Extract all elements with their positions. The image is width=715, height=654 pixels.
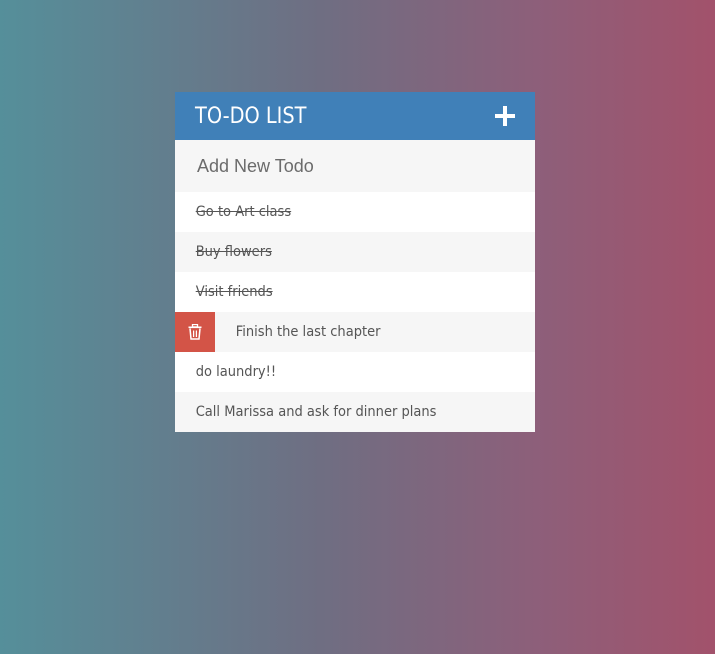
todo-item-label: Visit friends [195, 284, 273, 300]
trash-icon [188, 324, 202, 340]
todo-item-label: Finish the last chapter [235, 324, 381, 340]
todo-item[interactable]: Finish the last chapter [175, 312, 535, 352]
plus-icon[interactable] [495, 106, 515, 126]
todo-item-label: Call Marissa and ask for dinner plans [195, 404, 437, 420]
todo-item[interactable]: Go to Art class [175, 192, 535, 232]
todo-item[interactable]: Visit friends [175, 272, 535, 312]
todo-item-label: do laundry!! [195, 364, 277, 380]
todo-item-label: Go to Art class [195, 204, 292, 220]
delete-button[interactable] [175, 312, 215, 352]
todo-header: TO-DO LIST [175, 92, 535, 140]
todo-item[interactable]: Call Marissa and ask for dinner plans [175, 392, 535, 432]
todo-item[interactable]: Buy flowers [175, 232, 535, 272]
todo-card: TO-DO LIST Go to Art class Buy flowers V… [175, 92, 535, 432]
todo-item-label: Buy flowers [195, 244, 272, 260]
new-todo-input[interactable] [197, 155, 497, 177]
page-title: TO-DO LIST [195, 103, 307, 129]
new-todo-row [175, 140, 535, 192]
todo-list: Go to Art class Buy flowers Visit friend… [175, 192, 535, 432]
todo-item[interactable]: do laundry!! [175, 352, 535, 392]
